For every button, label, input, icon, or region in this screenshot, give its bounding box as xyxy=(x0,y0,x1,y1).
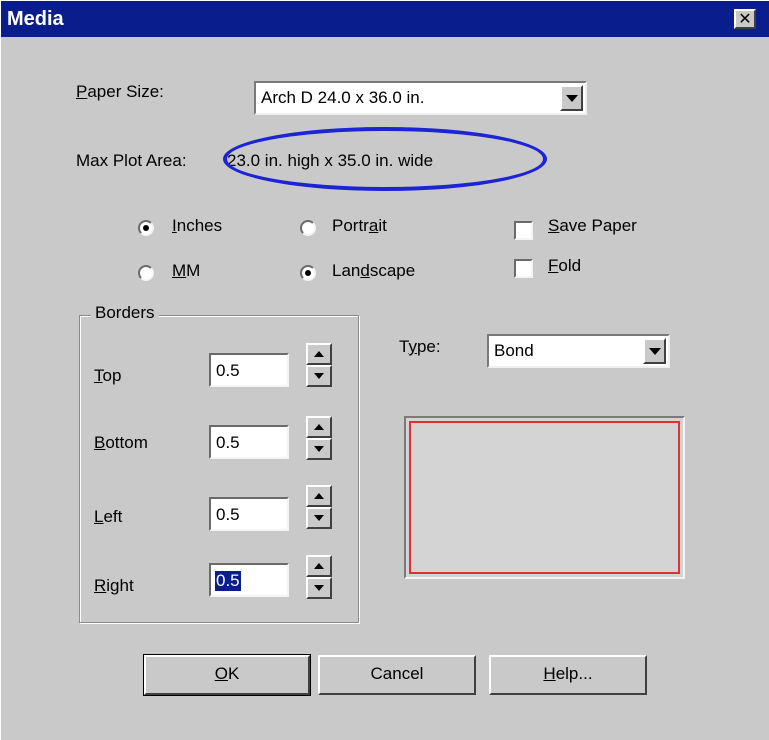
left-border-spinner[interactable] xyxy=(306,485,332,529)
inches-radio[interactable] xyxy=(138,220,154,236)
paper-preview xyxy=(404,416,685,579)
cancel-button[interactable]: Cancel xyxy=(318,655,476,695)
spin-down-icon xyxy=(314,585,324,591)
chevron-down-icon xyxy=(565,95,578,102)
chevron-down-icon xyxy=(648,348,661,355)
left-border-input[interactable]: 0.5 xyxy=(209,497,289,531)
type-label: Type: xyxy=(399,337,441,356)
help-button[interactable]: Help... xyxy=(489,655,647,695)
top-border-decrement[interactable] xyxy=(306,365,332,387)
left-border-decrement[interactable] xyxy=(306,507,332,529)
dialog-title: Media xyxy=(7,8,64,30)
left-border-label: Left xyxy=(94,507,123,526)
type-dropdown[interactable]: Bond xyxy=(487,334,670,368)
close-button[interactable]: ✕ xyxy=(734,9,756,29)
top-border-input[interactable]: 0.5 xyxy=(209,353,289,387)
paper-size-dropdown-button[interactable] xyxy=(560,85,583,111)
save-paper-label[interactable]: Save Paper xyxy=(548,216,637,236)
spin-up-icon xyxy=(314,493,324,499)
spin-up-icon xyxy=(314,351,324,357)
left-border-increment[interactable] xyxy=(306,485,332,507)
top-border-label: Top xyxy=(94,366,122,385)
right-border-input[interactable]: 0.5 xyxy=(209,563,289,597)
spin-down-icon xyxy=(314,515,324,521)
left-border-value: 0.5 xyxy=(216,505,240,524)
mm-label[interactable]: MM xyxy=(172,261,200,281)
top-border-value: 0.5 xyxy=(216,361,240,380)
bottom-border-label: Bottom xyxy=(94,433,148,452)
mm-radio[interactable] xyxy=(138,265,154,281)
paper-size-label: Paper Size: xyxy=(76,82,164,101)
type-value: Bond xyxy=(494,341,534,360)
right-border-increment[interactable] xyxy=(306,555,332,577)
spin-down-icon xyxy=(314,373,324,379)
save-paper-checkbox[interactable] xyxy=(514,221,533,240)
ok-button[interactable]: OK xyxy=(143,654,311,696)
radio-selected-dot xyxy=(143,225,149,231)
media-dialog: Media ✕ Paper Size: Arch D 24.0 x 36.0 i… xyxy=(0,0,769,740)
fold-checkbox[interactable] xyxy=(514,259,533,278)
landscape-radio[interactable] xyxy=(300,265,316,281)
radio-selected-dot xyxy=(305,270,311,276)
borders-group-title: Borders xyxy=(91,303,159,323)
bottom-border-input[interactable]: 0.5 xyxy=(209,425,289,459)
right-border-label: Right xyxy=(94,576,134,595)
max-plot-area-label: Max Plot Area: xyxy=(76,151,187,170)
close-icon: ✕ xyxy=(738,9,752,28)
spin-down-icon xyxy=(314,446,324,452)
right-border-spinner[interactable] xyxy=(306,555,332,599)
title-bar[interactable]: Media ✕ xyxy=(1,1,769,37)
bottom-border-increment[interactable] xyxy=(306,416,332,438)
inches-label[interactable]: Inches xyxy=(172,216,222,236)
bottom-border-decrement[interactable] xyxy=(306,438,332,460)
right-border-value-selected: 0.5 xyxy=(215,571,241,591)
spin-up-icon xyxy=(314,563,324,569)
landscape-label[interactable]: Landscape xyxy=(332,261,415,281)
bottom-border-spinner[interactable] xyxy=(306,416,332,460)
paper-size-dropdown[interactable]: Arch D 24.0 x 36.0 in. xyxy=(254,81,587,115)
portrait-radio[interactable] xyxy=(300,220,316,236)
top-border-increment[interactable] xyxy=(306,343,332,365)
plot-area-outline xyxy=(409,421,680,574)
fold-label[interactable]: Fold xyxy=(548,256,581,276)
portrait-label[interactable]: Portrait xyxy=(332,216,387,236)
right-border-decrement[interactable] xyxy=(306,577,332,599)
paper-size-value: Arch D 24.0 x 36.0 in. xyxy=(261,88,425,107)
spin-up-icon xyxy=(314,424,324,430)
type-dropdown-button[interactable] xyxy=(643,338,666,364)
max-plot-area-value: 23.0 in. high x 35.0 in. wide xyxy=(227,151,434,170)
top-border-spinner[interactable] xyxy=(306,343,332,387)
bottom-border-value: 0.5 xyxy=(216,433,240,452)
